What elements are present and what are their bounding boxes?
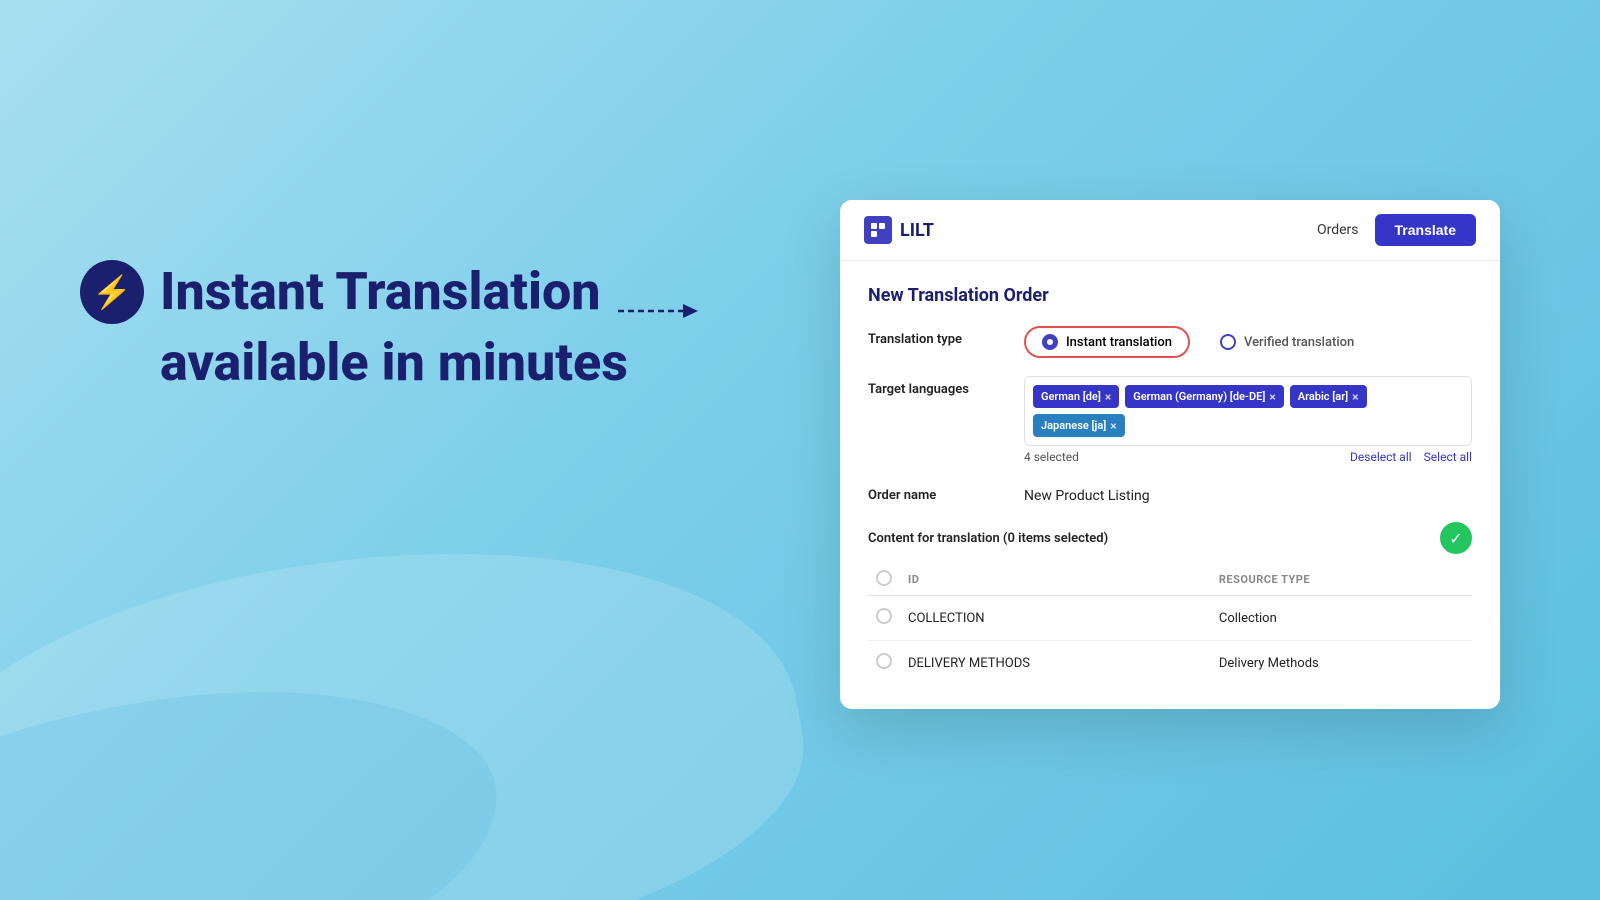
th-resource-type: RESOURCE TYPE <box>1211 564 1472 596</box>
row-1-radio[interactable] <box>876 608 892 624</box>
nav-right: Orders Translate <box>1317 214 1476 246</box>
remove-german-de[interactable]: × <box>1105 390 1111 404</box>
order-name-row: Order name New Product Listing <box>868 482 1472 504</box>
bolt-icon: ⚡ <box>80 260 144 324</box>
hero-title-line2: available in minutes <box>80 332 628 394</box>
lang-tag-german-de[interactable]: German [de] × <box>1033 385 1119 408</box>
content-title: Content for translation (0 items selecte… <box>868 531 1108 546</box>
order-name-label: Order name <box>868 482 1008 503</box>
row-2-radio[interactable] <box>876 653 892 669</box>
lilt-logo-text: LILT <box>900 220 934 241</box>
app-navbar: LILT Orders Translate <box>840 200 1500 261</box>
content-table: ID RESOURCE TYPE COLLECTION Collection D <box>868 564 1472 685</box>
target-languages-control: German [de] × German (Germany) [de-DE] ×… <box>1024 376 1472 464</box>
verified-translation-label: Verified translation <box>1244 335 1354 350</box>
translation-type-control: Instant translation Verified translation <box>1024 326 1472 358</box>
translate-button[interactable]: Translate <box>1375 214 1476 246</box>
hero-section: ⚡ Instant Translation available in minut… <box>80 260 628 394</box>
remove-japanese[interactable]: × <box>1110 419 1116 433</box>
lang-tag-japanese[interactable]: Japanese [ja] × <box>1033 414 1125 437</box>
lang-tag-german-de-de[interactable]: German (Germany) [de-DE] × <box>1125 385 1284 408</box>
lilt-logo: LILT <box>864 216 934 244</box>
card-body: New Translation Order Translation type I… <box>840 261 1500 709</box>
target-languages-label: Target languages <box>868 376 1008 397</box>
tags-footer: 4 selected Deselect all Select all <box>1024 450 1472 464</box>
translation-type-options: Instant translation Verified translation <box>1024 326 1472 358</box>
card-title: New Translation Order <box>868 285 1472 306</box>
translation-type-label: Translation type <box>868 326 1008 347</box>
row-1-check[interactable] <box>868 596 900 641</box>
select-all-link[interactable]: Select all <box>1424 450 1472 464</box>
row-2-check[interactable] <box>868 641 900 686</box>
remove-german-de-de[interactable]: × <box>1269 390 1275 404</box>
instant-radio-dot <box>1042 334 1058 350</box>
tags-actions: Deselect all Select all <box>1350 450 1472 464</box>
instant-translation-label: Instant translation <box>1066 335 1172 350</box>
row-2-resource-type: Delivery Methods <box>1211 641 1472 686</box>
row-2-id: DELIVERY METHODS <box>900 641 1211 686</box>
table-header-row: ID RESOURCE TYPE <box>868 564 1472 596</box>
target-languages-row: Target languages German [de] × German (G… <box>868 376 1472 464</box>
th-id: ID <box>900 564 1211 596</box>
language-tags-container[interactable]: German [de] × German (Germany) [de-DE] ×… <box>1024 376 1472 446</box>
header-radio[interactable] <box>876 570 892 586</box>
verified-translation-option[interactable]: Verified translation <box>1202 326 1372 358</box>
th-checkbox <box>868 564 900 596</box>
check-icon: ✓ <box>1440 522 1472 554</box>
translation-type-row: Translation type Instant translation Ver… <box>868 326 1472 358</box>
instant-translation-option[interactable]: Instant translation <box>1024 326 1190 358</box>
selected-count: 4 selected <box>1024 450 1079 464</box>
hero-title-row: ⚡ Instant Translation <box>80 260 628 324</box>
content-header: Content for translation (0 items selecte… <box>868 522 1472 554</box>
orders-link[interactable]: Orders <box>1317 222 1359 238</box>
remove-arabic[interactable]: × <box>1352 390 1358 404</box>
lang-tag-arabic[interactable]: Arabic [ar] × <box>1290 385 1367 408</box>
order-name-control: New Product Listing <box>1024 482 1472 504</box>
row-1-id: COLLECTION <box>900 596 1211 641</box>
hero-title-line1: Instant Translation <box>160 263 601 320</box>
app-card: LILT Orders Translate New Translation Or… <box>840 200 1500 709</box>
row-1-resource-type: Collection <box>1211 596 1472 641</box>
verified-radio-dot <box>1220 334 1236 350</box>
arrow-line <box>618 296 698 326</box>
lilt-logo-icon <box>864 216 892 244</box>
deselect-all-link[interactable]: Deselect all <box>1350 450 1412 464</box>
order-name-value: New Product Listing <box>1024 482 1472 504</box>
table-row: COLLECTION Collection <box>868 596 1472 641</box>
table-row: DELIVERY METHODS Delivery Methods <box>868 641 1472 686</box>
